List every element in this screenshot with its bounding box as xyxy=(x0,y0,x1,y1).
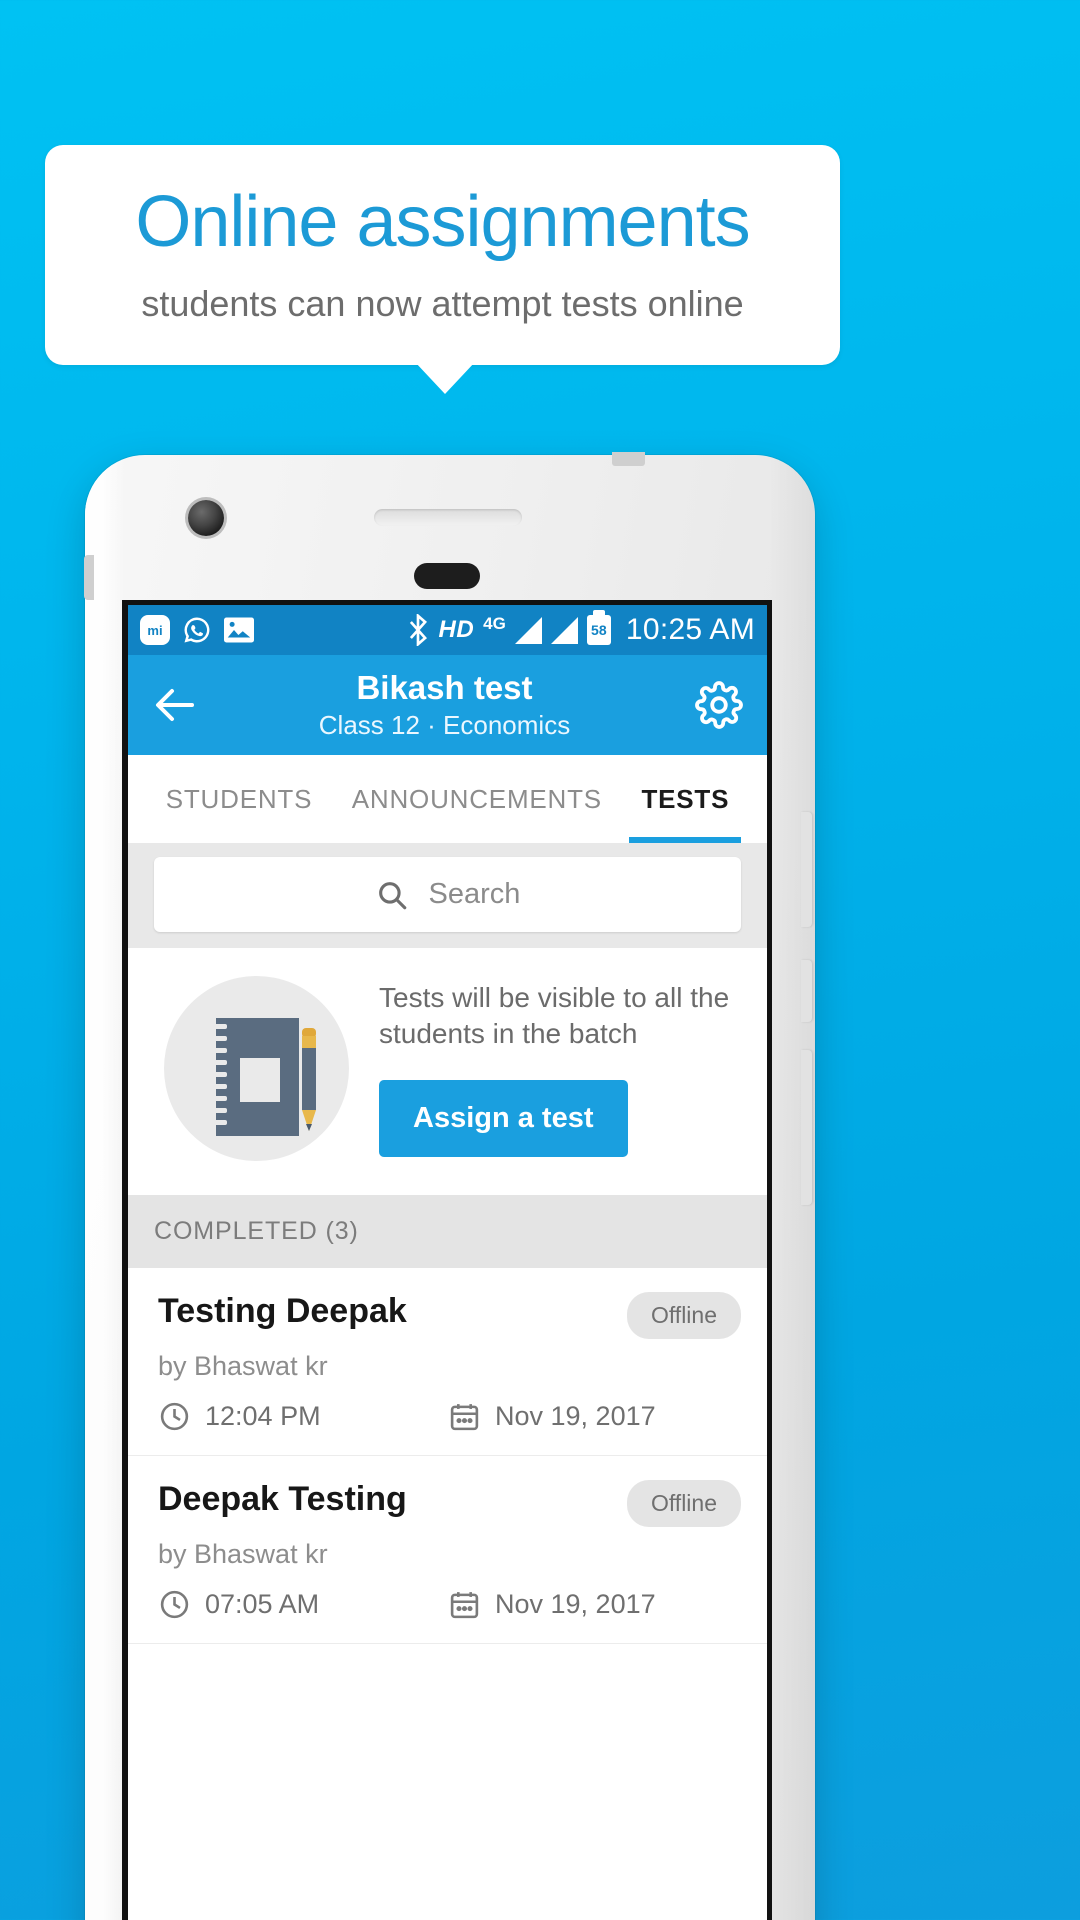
app-bar: Bikash test Class 12 · Economics xyxy=(128,655,767,755)
back-arrow-icon[interactable] xyxy=(152,681,200,729)
calendar-icon xyxy=(450,1592,479,1619)
status-bar-left-icons: mi xyxy=(140,615,254,645)
assign-a-test-button[interactable]: Assign a test xyxy=(379,1079,628,1157)
test-author: by Bhaswat kr xyxy=(158,1351,328,1381)
app-bar-titles: Bikash test Class 12 · Economics xyxy=(194,669,695,741)
tab-tests[interactable]: TESTS xyxy=(629,755,742,843)
test-title: Deepak Testing xyxy=(158,1480,407,1518)
test-date: Nov 19, 2017 xyxy=(448,1588,656,1621)
left-side-button[interactable] xyxy=(84,555,94,600)
status-bar: mi HD 4G 58 10:25 AM xyxy=(128,605,767,655)
gallery-icon xyxy=(224,617,254,643)
promo-bubble-tail xyxy=(415,362,475,394)
search-input[interactable]: Search xyxy=(154,857,741,932)
test-date: Nov 19, 2017 xyxy=(448,1400,656,1433)
test-date-label: Nov 19, 2017 xyxy=(495,1401,656,1431)
test-meta: 07:05 AM Nov 19, 2017 xyxy=(158,1588,741,1621)
phone-top-notch xyxy=(612,452,645,466)
table-row[interactable]: Deepak Testing Offline by Bhaswat kr 07:… xyxy=(128,1456,767,1644)
hd-label: HD xyxy=(438,616,475,643)
clock-icon xyxy=(160,1402,189,1431)
search-section: Search xyxy=(128,843,767,948)
page-title: Bikash test xyxy=(356,669,533,707)
empty-state-card: Tests will be visible to all the student… xyxy=(128,948,767,1195)
test-author: by Bhaswat kr xyxy=(158,1539,328,1569)
status-bar-right-icons: HD 4G 58 10:25 AM xyxy=(407,610,755,647)
gear-icon[interactable] xyxy=(695,681,743,729)
tab-bar: STUDENTS ANNOUNCEMENTS TESTS xyxy=(128,755,767,843)
tab-students-label: STUDENTS xyxy=(165,783,313,814)
status-bar-clock: 10:25 AM xyxy=(625,613,755,646)
completed-section-header: COMPLETED (3) xyxy=(128,1195,767,1268)
home-button[interactable] xyxy=(414,563,480,589)
signal-strength-icon-1 xyxy=(514,616,542,644)
whatsapp-icon xyxy=(184,617,210,643)
empty-state-message: Tests will be visible to all the student… xyxy=(379,982,730,1049)
notebook-and-pen-icon xyxy=(164,976,349,1161)
test-row-top: Testing Deepak Offline xyxy=(158,1292,741,1339)
search-placeholder: Search xyxy=(428,878,521,910)
volume-up-button[interactable] xyxy=(801,812,812,927)
test-meta: 12:04 PM Nov 19, 2017 xyxy=(158,1400,741,1433)
phone-screen: mi HD 4G 58 10:25 AM Bikash test Class 1… xyxy=(122,600,772,1920)
test-time-label: 07:05 AM xyxy=(205,1589,320,1619)
tab-tests-label: TESTS xyxy=(641,783,730,814)
mi-app-icon: mi xyxy=(140,615,170,645)
calendar-icon xyxy=(450,1404,479,1431)
status-badge: Offline xyxy=(626,1292,741,1339)
page-subtitle: Class 12 · Economics xyxy=(318,709,571,740)
battery-icon: 58 xyxy=(586,610,611,645)
test-time-label: 12:04 PM xyxy=(205,1401,321,1431)
test-time: 07:05 AM xyxy=(158,1588,448,1621)
search-icon xyxy=(378,881,406,909)
mi-app-icon-label: mi xyxy=(147,622,163,638)
tab-announcements[interactable]: ANNOUNCEMENTS xyxy=(344,755,610,843)
test-title: Testing Deepak xyxy=(158,1292,407,1330)
battery-level-label: 58 xyxy=(591,622,607,638)
bluetooth-icon xyxy=(410,614,428,646)
table-row[interactable]: Testing Deepak Offline by Bhaswat kr 12:… xyxy=(128,1268,767,1456)
tab-announcements-label: ANNOUNCEMENTS xyxy=(351,783,602,814)
earpiece-speaker xyxy=(374,509,522,526)
signal-strength-icon-2 xyxy=(550,616,578,644)
empty-state-content: Tests will be visible to all the student… xyxy=(379,980,743,1157)
tab-students[interactable]: STUDENTS xyxy=(158,755,321,843)
promo-bubble: Online assignments students can now atte… xyxy=(45,145,840,365)
status-badge: Offline xyxy=(626,1480,741,1527)
network-type-label: 4G xyxy=(483,614,506,633)
test-date-label: Nov 19, 2017 xyxy=(495,1589,656,1619)
volume-down-button[interactable] xyxy=(801,960,812,1022)
test-row-top: Deepak Testing Offline xyxy=(158,1480,741,1527)
front-camera-icon xyxy=(188,500,224,536)
test-time: 12:04 PM xyxy=(158,1400,448,1433)
power-button[interactable] xyxy=(801,1050,812,1205)
clock-icon xyxy=(160,1590,189,1619)
promo-subheadline: students can now attempt tests online xyxy=(141,282,744,324)
promo-headline: Online assignments xyxy=(135,182,750,263)
